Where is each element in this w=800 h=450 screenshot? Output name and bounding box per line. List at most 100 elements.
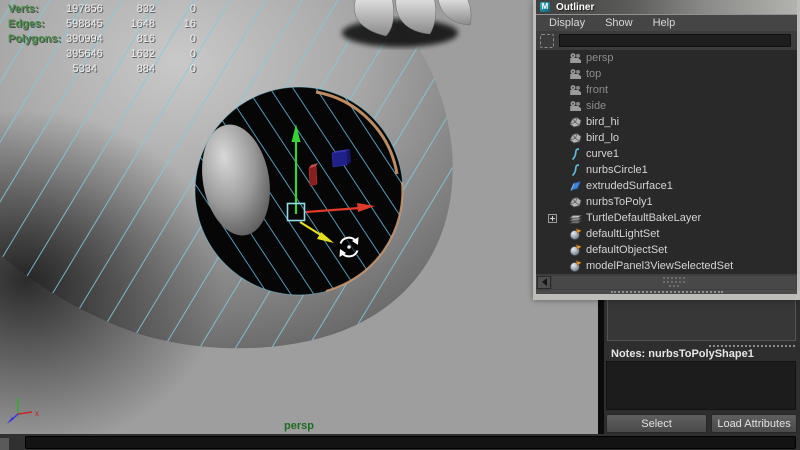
outliner-item-label: TurtleDefaultBakeLayer: [586, 212, 701, 224]
camera-icon: [569, 100, 582, 113]
bakelayer-icon: [569, 212, 582, 225]
camera-icon: [569, 52, 582, 65]
attribute-editor-groupbox: [607, 297, 796, 341]
objectset-icon: [569, 228, 582, 241]
objectset-icon: [569, 260, 582, 273]
outliner-item-modelPanel3ViewSelectedSet[interactable]: modelPanel3ViewSelectedSet: [536, 258, 797, 274]
outliner-item-TurtleDefaultBakeLayer[interactable]: TurtleDefaultBakeLayer: [536, 210, 797, 226]
hud-row-label: [8, 47, 66, 62]
hud-value: 5334: [66, 62, 97, 77]
menu-show[interactable]: Show: [595, 17, 643, 29]
notes-textarea[interactable]: [606, 361, 796, 410]
outliner-item-label: defaultLightSet: [586, 228, 659, 240]
window-resize-grip[interactable]: [611, 291, 723, 293]
expander-spacer: [548, 70, 561, 79]
outliner-item-label: curve1: [586, 148, 619, 160]
curve-icon: [569, 164, 582, 177]
x-axis-label: x: [35, 409, 39, 418]
expander-spacer: [548, 118, 561, 127]
outliner-item-nurbsToPoly1[interactable]: nurbsToPoly1: [536, 194, 797, 210]
bird-claw[interactable]: [342, 0, 471, 47]
menu-display[interactable]: Display: [539, 17, 595, 29]
outliner-item-defaultLightSet[interactable]: defaultLightSet: [536, 226, 797, 242]
maya-app-icon: M: [540, 2, 550, 12]
hud-value: 816: [97, 32, 155, 47]
scrollbar-grip[interactable]: [663, 277, 685, 287]
outliner-item-label: nurbsCircle1: [586, 164, 648, 176]
hud-value: 1632: [97, 47, 155, 62]
expander-spacer: [548, 246, 561, 255]
outliner-item-nurbsCircle1[interactable]: nurbsCircle1: [536, 162, 797, 178]
hud-row-label: [8, 62, 66, 77]
outliner-item-bird_hi[interactable]: bird_hi: [536, 114, 797, 130]
objectset-icon: [569, 244, 582, 257]
outliner-item-label: side: [586, 100, 606, 112]
outliner-item-top[interactable]: top: [536, 66, 797, 82]
hud-value: 197856: [66, 2, 97, 17]
hud-row: 39564616320: [8, 47, 196, 62]
expander-spacer: [548, 134, 561, 143]
hud-row: 53348840: [8, 62, 196, 77]
outliner-window[interactable]: M Outliner Display Show Help persp top fro…: [533, 0, 800, 300]
outliner-item-front[interactable]: front: [536, 82, 797, 98]
command-line-switch[interactable]: [0, 438, 9, 450]
outliner-item-extrudedSurface1[interactable]: extrudedSurface1: [536, 178, 797, 194]
surface-icon: [569, 180, 582, 193]
expander-spacer: [548, 102, 561, 111]
load-attributes-button[interactable]: Load Attributes: [711, 414, 797, 433]
outliner-filter-input[interactable]: [559, 34, 791, 47]
mesh-icon: [569, 132, 582, 145]
expander-spacer: [548, 198, 561, 207]
outliner-item-label: bird_lo: [586, 132, 619, 144]
select-button[interactable]: Select: [606, 414, 707, 433]
rotate-view-icon[interactable]: [338, 236, 360, 258]
panel-splitter[interactable]: [709, 345, 795, 347]
outliner-item-bird_lo[interactable]: bird_lo: [536, 130, 797, 146]
filter-selection-icon[interactable]: [540, 34, 554, 48]
hud-value: 1648: [97, 17, 155, 32]
outliner-item-persp[interactable]: persp: [536, 50, 797, 66]
outliner-filter-row: [536, 31, 797, 50]
expander-spacer: [548, 182, 561, 191]
menu-help[interactable]: Help: [643, 17, 686, 29]
outliner-item-label: persp: [586, 52, 614, 64]
outliner-item-label: defaultObjectSet: [586, 244, 667, 256]
poly-count-hud: Verts:1978568320Edges:598845164816Polygo…: [8, 2, 196, 77]
outliner-hscrollbar[interactable]: [536, 274, 797, 290]
hud-row: Verts:1978568320: [8, 2, 196, 17]
command-line-input[interactable]: [25, 436, 796, 449]
camera-icon: [569, 68, 582, 81]
outliner-list[interactable]: persp top front side bird_hi bird_lo curve1 nur…: [536, 50, 797, 274]
expander-spacer: [548, 166, 561, 175]
mesh-icon: [569, 116, 582, 129]
outliner-item-side[interactable]: side: [536, 98, 797, 114]
window-title: Outliner: [556, 2, 594, 13]
hud-value: 395646: [66, 47, 97, 62]
scroll-left-arrow[interactable]: [537, 276, 551, 289]
expand-plus-icon[interactable]: [548, 214, 561, 223]
expander-spacer: [548, 150, 561, 159]
outliner-titlebar[interactable]: M Outliner: [536, 0, 797, 14]
outliner-item-defaultObjectSet[interactable]: defaultObjectSet: [536, 242, 797, 258]
outliner-item-label: nurbsToPoly1: [586, 196, 653, 208]
notes-label: Notes: nurbsToPolyShape1: [611, 348, 754, 360]
hud-row-label: Verts:: [8, 2, 66, 17]
scroll-track[interactable]: [552, 276, 796, 289]
expander-spacer: [548, 86, 561, 95]
outliner-menubar: Display Show Help: [536, 14, 797, 31]
command-line-bar: [0, 434, 800, 450]
hud-row-label: Polygons:: [8, 32, 66, 47]
hud-value: 884: [97, 62, 155, 77]
hud-value: 0: [155, 62, 196, 77]
expander-spacer: [548, 262, 561, 271]
outliner-item-curve1[interactable]: curve1: [536, 146, 797, 162]
outliner-item-label: modelPanel3ViewSelectedSet: [586, 260, 733, 272]
outliner-item-label: top: [586, 68, 601, 80]
mesh-icon: [569, 196, 582, 209]
camera-icon: [569, 84, 582, 97]
perspective-viewport[interactable]: Verts:1978568320Edges:598845164816Polygo…: [0, 0, 598, 434]
outliner-item-label: extrudedSurface1: [586, 180, 673, 192]
hud-value: 0: [155, 47, 196, 62]
hud-value: 0: [155, 32, 196, 47]
hud-value: 832: [97, 2, 155, 17]
